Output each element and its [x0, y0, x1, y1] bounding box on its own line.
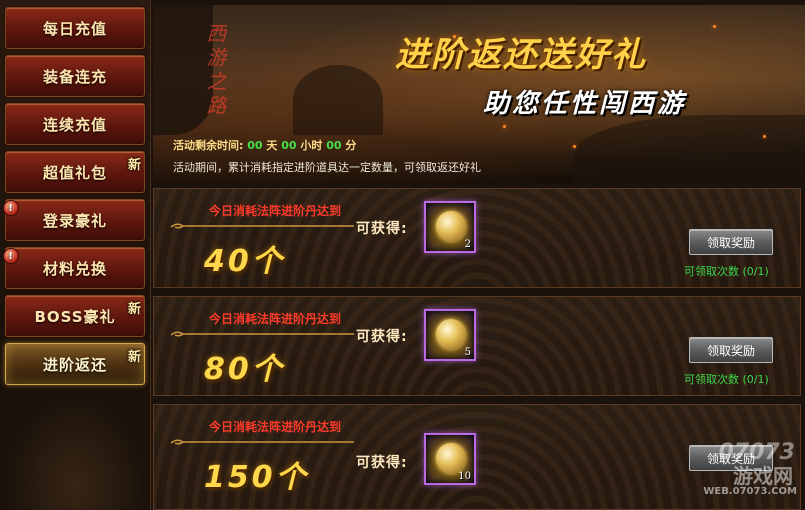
scroll-ornament-icon [170, 223, 354, 229]
scroll-ornament-icon [170, 331, 354, 337]
banner-subtitle: 助您任性闯西游 [483, 89, 687, 119]
alert-icon: ! [3, 248, 19, 264]
reward-item-slot[interactable]: 10 [424, 433, 476, 485]
new-badge: 新 [127, 158, 142, 173]
reward-goal-text: 今日消耗法阵进阶丹达到 [209, 420, 342, 434]
sidebar-item-label: 每日充值 [42, 19, 107, 38]
reward-item-slot[interactable]: 5 [424, 309, 476, 361]
timer-hours: 00 [281, 139, 297, 152]
sidebar: 每日充值 装备连充 连续充值 超值礼包 新 ! 登录豪礼 ! 材料兑换 BOSS… [0, 0, 151, 510]
reward-goal-text: 今日消耗法阵进阶丹达到 [209, 204, 342, 218]
advance-pill-icon [436, 319, 466, 349]
sidebar-item-material-exchange[interactable]: ! 材料兑换 [3, 247, 145, 289]
sidebar-item-consecutive-recharge[interactable]: 连续充值 [5, 103, 145, 145]
reward-required-amount: 80个 [204, 352, 285, 387]
sidebar-background-art [0, 390, 150, 510]
banner-title: 进阶返还送好礼 [395, 35, 647, 75]
ember-particle [763, 135, 766, 138]
claim-reward-button[interactable]: 领取奖励 [689, 337, 773, 363]
reward-gain-label: 可获得: [356, 221, 408, 237]
new-badge: 新 [127, 350, 142, 365]
sidebar-item-label: 装备连充 [42, 67, 107, 86]
reward-gain-label: 可获得: [356, 329, 408, 345]
advance-pill-icon [436, 211, 466, 241]
claim-count-text: 可领取次数 (0/1) [684, 265, 769, 278]
reward-goal-text: 今日消耗法阵进阶丹达到 [209, 312, 342, 326]
sidebar-item-label: BOSS豪礼 [34, 307, 116, 326]
timer-minutes-unit: 分 [345, 139, 357, 152]
timer-label: 活动剩余时间: [173, 139, 244, 152]
sidebar-item-label: 登录豪礼 [42, 211, 107, 230]
item-quantity: 5 [464, 347, 471, 358]
ember-particle [503, 125, 506, 128]
sidebar-item-value-pack[interactable]: 超值礼包 新 [5, 151, 145, 193]
claim-count-text: 可领取次数 (0/1) [684, 373, 769, 386]
reward-required-amount: 40个 [204, 244, 285, 279]
reward-tier-panel: 今日消耗法阵进阶丹达到 80个 可获得: 5 领取奖励 可领取次数 (0/1) [153, 296, 801, 396]
banner-rock-art [293, 65, 383, 135]
sidebar-item-equipment-recharge[interactable]: 装备连充 [5, 55, 145, 97]
alert-icon: ! [3, 200, 19, 216]
sidebar-item-label: 进阶返还 [42, 355, 107, 374]
calligraphy-logo: 西游之路 [203, 23, 227, 119]
reward-item-slot[interactable]: 2 [424, 201, 476, 253]
sidebar-item-daily-recharge[interactable]: 每日充值 [5, 7, 145, 49]
item-quantity: 10 [458, 471, 471, 482]
timer-minutes: 00 [326, 139, 342, 152]
claim-reward-button[interactable]: 领取奖励 [689, 229, 773, 255]
sidebar-item-boss-gift[interactable]: BOSS豪礼 新 [5, 295, 145, 337]
ember-particle [713, 25, 716, 28]
sidebar-item-label: 材料兑换 [42, 259, 107, 278]
timer-days: 00 [247, 139, 263, 152]
banner-ground-art [573, 115, 805, 183]
reward-gain-label: 可获得: [356, 455, 408, 471]
scroll-ornament-icon [170, 439, 354, 445]
reward-tier-panel: 今日消耗法阵进阶丹达到 40个 可获得: 2 领取奖励 可领取次数 (0/1) [153, 188, 801, 288]
timer-hours-unit: 小时 [300, 139, 323, 152]
sidebar-item-login-gift[interactable]: ! 登录豪礼 [3, 199, 145, 241]
advance-pill-icon [436, 443, 466, 473]
reward-tier-panel: 今日消耗法阵进阶丹达到 150个 可获得: 10 领取奖励 [153, 404, 801, 510]
sidebar-item-label: 超值礼包 [42, 163, 107, 182]
countdown-timer: 活动剩余时间: 00 天 00 小时 00 分 [173, 137, 356, 153]
event-description: 活动期间，累计消耗指定进阶道具达一定数量，可领取返还好礼 [173, 161, 481, 174]
claim-reward-button[interactable]: 领取奖励 [689, 445, 773, 471]
reward-required-amount: 150个 [204, 460, 309, 495]
event-banner: 西游之路 进阶返还送好礼 助您任性闯西游 活动剩余时间: 00 天 00 小时 … [153, 5, 805, 183]
ember-particle [573, 145, 576, 148]
sidebar-item-advance-return[interactable]: 进阶返还 新 [5, 343, 145, 385]
item-quantity: 2 [464, 239, 471, 250]
sidebar-item-label: 连续充值 [42, 115, 107, 134]
timer-days-unit: 天 [266, 139, 278, 152]
new-badge: 新 [127, 302, 142, 317]
